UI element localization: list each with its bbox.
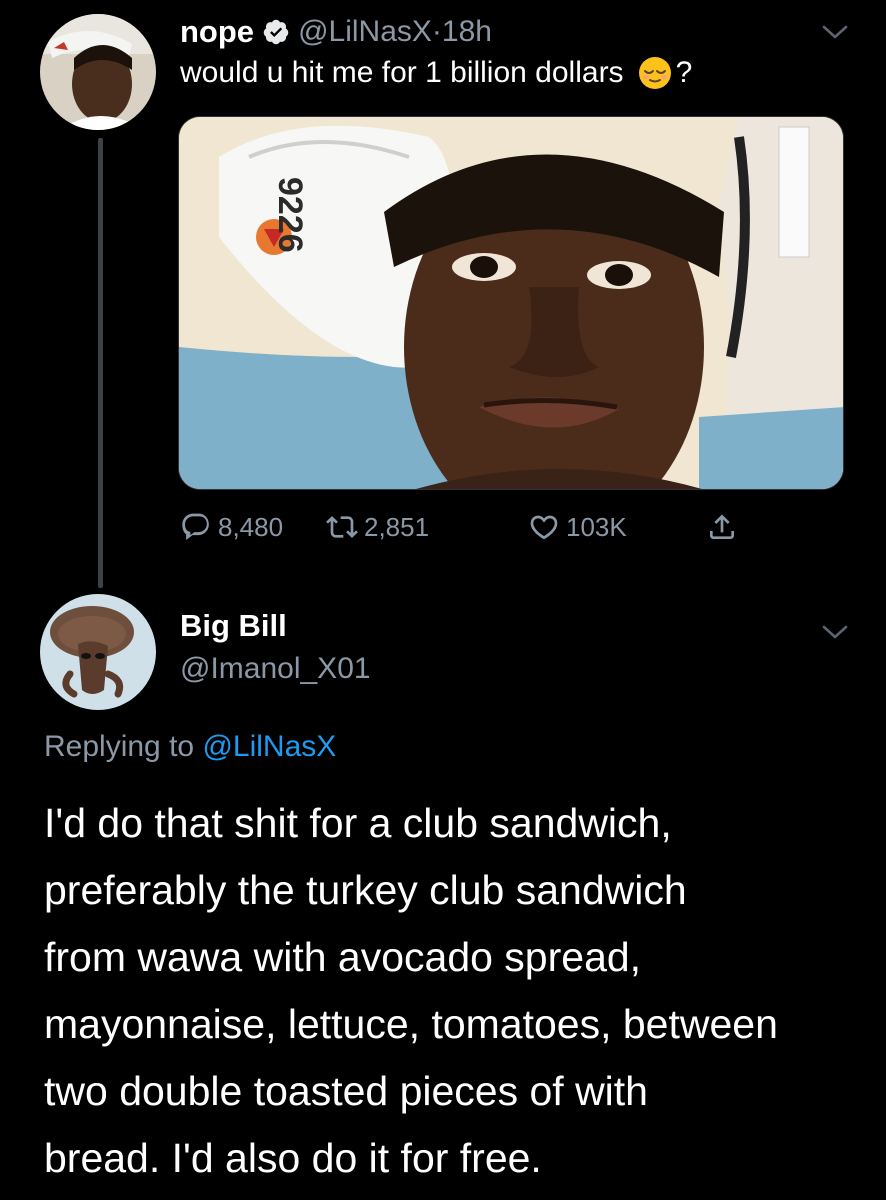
tweet-actions: 8,480 2,851 103K [176,502,776,552]
reply-text-line: mayonnaise, lettuce, tomatoes, between [44,1001,778,1047]
handle: @LilNasX [298,15,432,48]
separator: · [431,15,442,48]
replying-to-label: Replying to [44,730,195,763]
reply-display-name[interactable]: Big Bill [180,608,287,644]
display-name[interactable]: nope [180,14,254,50]
reply-avatar[interactable] [40,594,156,710]
like-button[interactable]: 103K [528,502,627,552]
tweet-text: would u hit me for 1 billion dollars ? [180,56,692,90]
reply-handle[interactable]: @Imanol_X01 [180,652,371,686]
avatar[interactable] [40,14,156,130]
share-icon [710,514,734,539]
reply-text-line: bread. I'd also do it for free. [44,1135,542,1181]
chevron-down-icon[interactable] [820,22,850,42]
retweet-button[interactable]: 2,851 [326,502,429,552]
like-count: 103K [566,511,627,542]
reply-text-line: two double toasted pieces of with [44,1068,648,1114]
reply-text: I'd do that shit for a club sandwich, pr… [44,790,864,1192]
tweet-text-suffix: ? [675,56,693,89]
selfie-photo: 9226 [179,117,843,489]
reply-text-line: I'd do that shit for a club sandwich, [44,800,672,846]
retweet-count: 2,851 [364,511,430,542]
handle-and-time[interactable]: @LilNasX·18h [298,15,492,49]
timestamp: 18h [441,15,492,48]
reply-text-line: preferably the turkey club sandwich [44,867,687,913]
share-button[interactable] [706,502,744,552]
replying-to-line: Replying to @LilNasX [44,730,336,764]
verified-badge-icon [262,18,290,46]
tweet-header: nope @LilNasX·18h [180,12,492,52]
thread-connector [98,138,103,588]
retweet-icon [326,516,358,538]
reply-button[interactable]: 8,480 [180,502,283,552]
reply-text-line: from wawa with avocado spread, [44,934,642,980]
svg-text:9226: 9226 [271,177,309,253]
tweet-text-body: would u hit me for 1 billion dollars [180,56,624,89]
reply-icon [182,513,209,541]
chevron-down-icon[interactable] [820,622,850,642]
reply-count: 8,480 [218,511,284,542]
replying-to-mention-link[interactable]: @LilNasX [202,730,336,763]
heart-icon [530,515,558,540]
avatar-photo [40,14,156,130]
tweet-media-image[interactable]: 9226 [178,116,844,490]
relieved-face-emoji [638,56,672,90]
reply-avatar-image [40,594,156,710]
